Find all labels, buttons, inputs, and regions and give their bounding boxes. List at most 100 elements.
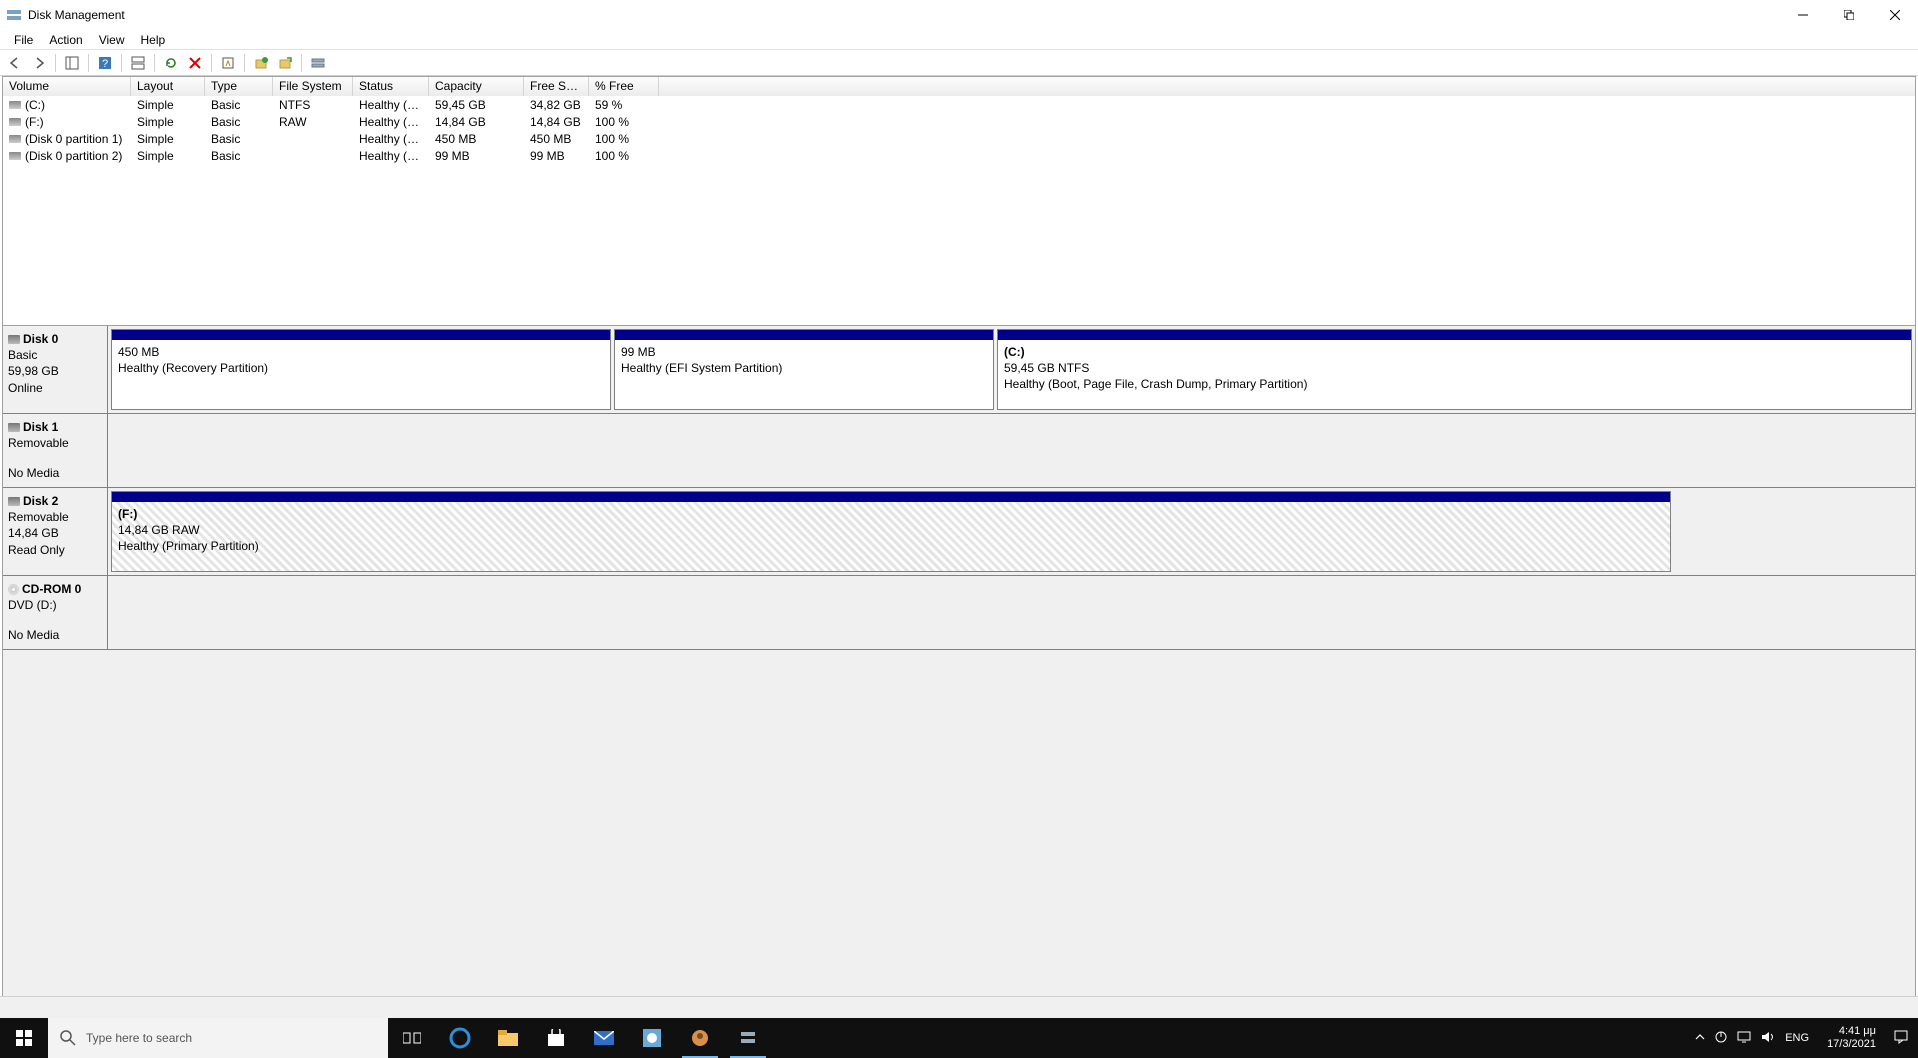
volume-free: 99 MB: [524, 149, 589, 163]
partition-size: 59,45 GB NTFS: [1004, 360, 1905, 376]
tray-network-icon[interactable]: [1737, 1031, 1751, 1046]
taskbar-app-store[interactable]: [532, 1018, 580, 1058]
volume-pct: 59 %: [589, 98, 659, 112]
volume-type: Basic: [205, 132, 273, 146]
volume-icon: [9, 101, 21, 109]
partition[interactable]: 99 MB Healthy (EFI System Partition): [614, 329, 994, 410]
delete-icon[interactable]: [184, 52, 206, 74]
partition[interactable]: 450 MB Healthy (Recovery Partition): [111, 329, 611, 410]
volume-pct: 100 %: [589, 132, 659, 146]
settings-top-bottom-icon[interactable]: [127, 52, 149, 74]
col-header-status[interactable]: Status: [353, 77, 429, 96]
taskbar-search[interactable]: Type here to search: [48, 1018, 388, 1058]
disk-empty-area: [108, 414, 1915, 487]
tray-clock[interactable]: 4:41 μμ 17/3/2021: [1819, 1025, 1884, 1051]
task-view-button[interactable]: [388, 1018, 436, 1058]
partition[interactable]: (C:) 59,45 GB NTFS Healthy (Boot, Page F…: [997, 329, 1912, 410]
disk-size: 14,84 GB: [8, 525, 102, 541]
minimize-button[interactable]: [1780, 0, 1826, 30]
disk-row: CD-ROM 0 DVD (D:) No Media: [3, 576, 1915, 650]
col-header-freespace[interactable]: Free Spa...: [524, 77, 589, 96]
disks-pane: Disk 0 Basic 59,98 GB Online 450 MB Heal…: [3, 325, 1915, 1019]
taskbar-app-edge[interactable]: [436, 1018, 484, 1058]
partition-bar: [615, 330, 993, 340]
menu-file[interactable]: File: [6, 31, 41, 49]
forward-button[interactable]: [28, 52, 50, 74]
col-header-filesystem[interactable]: File System: [273, 77, 353, 96]
volumes-header-row: Volume Layout Type File System Status Ca…: [3, 77, 1915, 96]
taskbar-app-mail[interactable]: [580, 1018, 628, 1058]
back-button[interactable]: [4, 52, 26, 74]
disk-type: DVD (D:): [8, 597, 102, 613]
search-icon: [60, 1030, 76, 1046]
partition-status: Healthy (Boot, Page File, Crash Dump, Pr…: [1004, 376, 1905, 392]
volume-row[interactable]: (Disk 0 partition 1) Simple Basic Health…: [3, 130, 1915, 147]
menu-view[interactable]: View: [91, 31, 133, 49]
volume-layout: Simple: [131, 149, 205, 163]
col-header-layout[interactable]: Layout: [131, 77, 205, 96]
tray-power-icon[interactable]: [1715, 1031, 1727, 1046]
col-header-pctfree[interactable]: % Free: [589, 77, 659, 96]
volume-free: 14,84 GB: [524, 115, 589, 129]
tray-chevron-icon[interactable]: [1695, 1031, 1705, 1045]
partition-bar: [112, 330, 610, 340]
statusbar: [0, 996, 1918, 1018]
taskbar-app-explorer[interactable]: [484, 1018, 532, 1058]
disk-type: Removable: [8, 435, 102, 451]
disk-name: Disk 1: [23, 420, 58, 434]
taskbar-app-generic1[interactable]: [628, 1018, 676, 1058]
tray-language[interactable]: ENG: [1785, 1032, 1809, 1044]
volume-icon: [9, 118, 21, 126]
extend-volume-icon[interactable]: [274, 52, 296, 74]
disk-row: Disk 2 Removable 14,84 GB Read Only (F:)…: [3, 488, 1915, 576]
volume-pct: 100 %: [589, 149, 659, 163]
disk-status: No Media: [8, 465, 102, 481]
partition-letter: (F:): [118, 506, 1664, 522]
volume-name: (C:): [25, 98, 45, 112]
new-volume-icon[interactable]: [250, 52, 272, 74]
volume-capacity: 450 MB: [429, 132, 524, 146]
volume-row[interactable]: (Disk 0 partition 2) Simple Basic Health…: [3, 147, 1915, 164]
taskbar-app-generic2[interactable]: [676, 1018, 724, 1058]
volume-layout: Simple: [131, 115, 205, 129]
help-icon[interactable]: ?: [94, 52, 116, 74]
show-hide-console-tree-icon[interactable]: [61, 52, 83, 74]
rescan-disks-icon[interactable]: [307, 52, 329, 74]
col-header-spacer: [659, 77, 1915, 96]
volume-row[interactable]: (C:) Simple Basic NTFS Healthy (B... 59,…: [3, 96, 1915, 113]
partition[interactable]: (F:) 14,84 GB RAW Healthy (Primary Parti…: [111, 491, 1671, 572]
start-button[interactable]: [0, 1018, 48, 1058]
disk-label[interactable]: Disk 2 Removable 14,84 GB Read Only: [3, 488, 108, 575]
maximize-button[interactable]: [1826, 0, 1872, 30]
disk-label[interactable]: Disk 1 Removable No Media: [3, 414, 108, 487]
menu-action[interactable]: Action: [41, 31, 90, 49]
col-header-type[interactable]: Type: [205, 77, 273, 96]
volume-fs: NTFS: [273, 98, 353, 112]
tray-volume-icon[interactable]: [1761, 1031, 1775, 1046]
col-header-volume[interactable]: Volume: [3, 77, 131, 96]
taskbar-app-disk-management[interactable]: [724, 1018, 772, 1058]
disk-status: No Media: [8, 627, 102, 643]
disk-label[interactable]: CD-ROM 0 DVD (D:) No Media: [3, 576, 108, 649]
volume-status: Healthy (E...: [353, 149, 429, 163]
col-header-capacity[interactable]: Capacity: [429, 77, 524, 96]
disk-row: Disk 0 Basic 59,98 GB Online 450 MB Heal…: [3, 326, 1915, 414]
disk-name: Disk 0: [23, 332, 58, 346]
menu-help[interactable]: Help: [133, 31, 174, 49]
volume-fs: RAW: [273, 115, 353, 129]
svg-text:?: ?: [102, 58, 108, 70]
tray-date: 17/3/2021: [1827, 1038, 1876, 1051]
volume-layout: Simple: [131, 98, 205, 112]
properties-icon[interactable]: [217, 52, 239, 74]
volumes-pane: Volume Layout Type File System Status Ca…: [3, 77, 1915, 325]
partition-size: 99 MB: [621, 344, 987, 360]
tray-action-center-icon[interactable]: [1894, 1030, 1916, 1047]
volume-layout: Simple: [131, 132, 205, 146]
close-button[interactable]: [1872, 0, 1918, 30]
volume-row[interactable]: (F:) Simple Basic RAW Healthy (P... 14,8…: [3, 113, 1915, 130]
volume-capacity: 99 MB: [429, 149, 524, 163]
partition-size: 450 MB: [118, 344, 604, 360]
refresh-icon[interactable]: [160, 52, 182, 74]
volume-status: Healthy (P...: [353, 115, 429, 129]
disk-label[interactable]: Disk 0 Basic 59,98 GB Online: [3, 326, 108, 413]
